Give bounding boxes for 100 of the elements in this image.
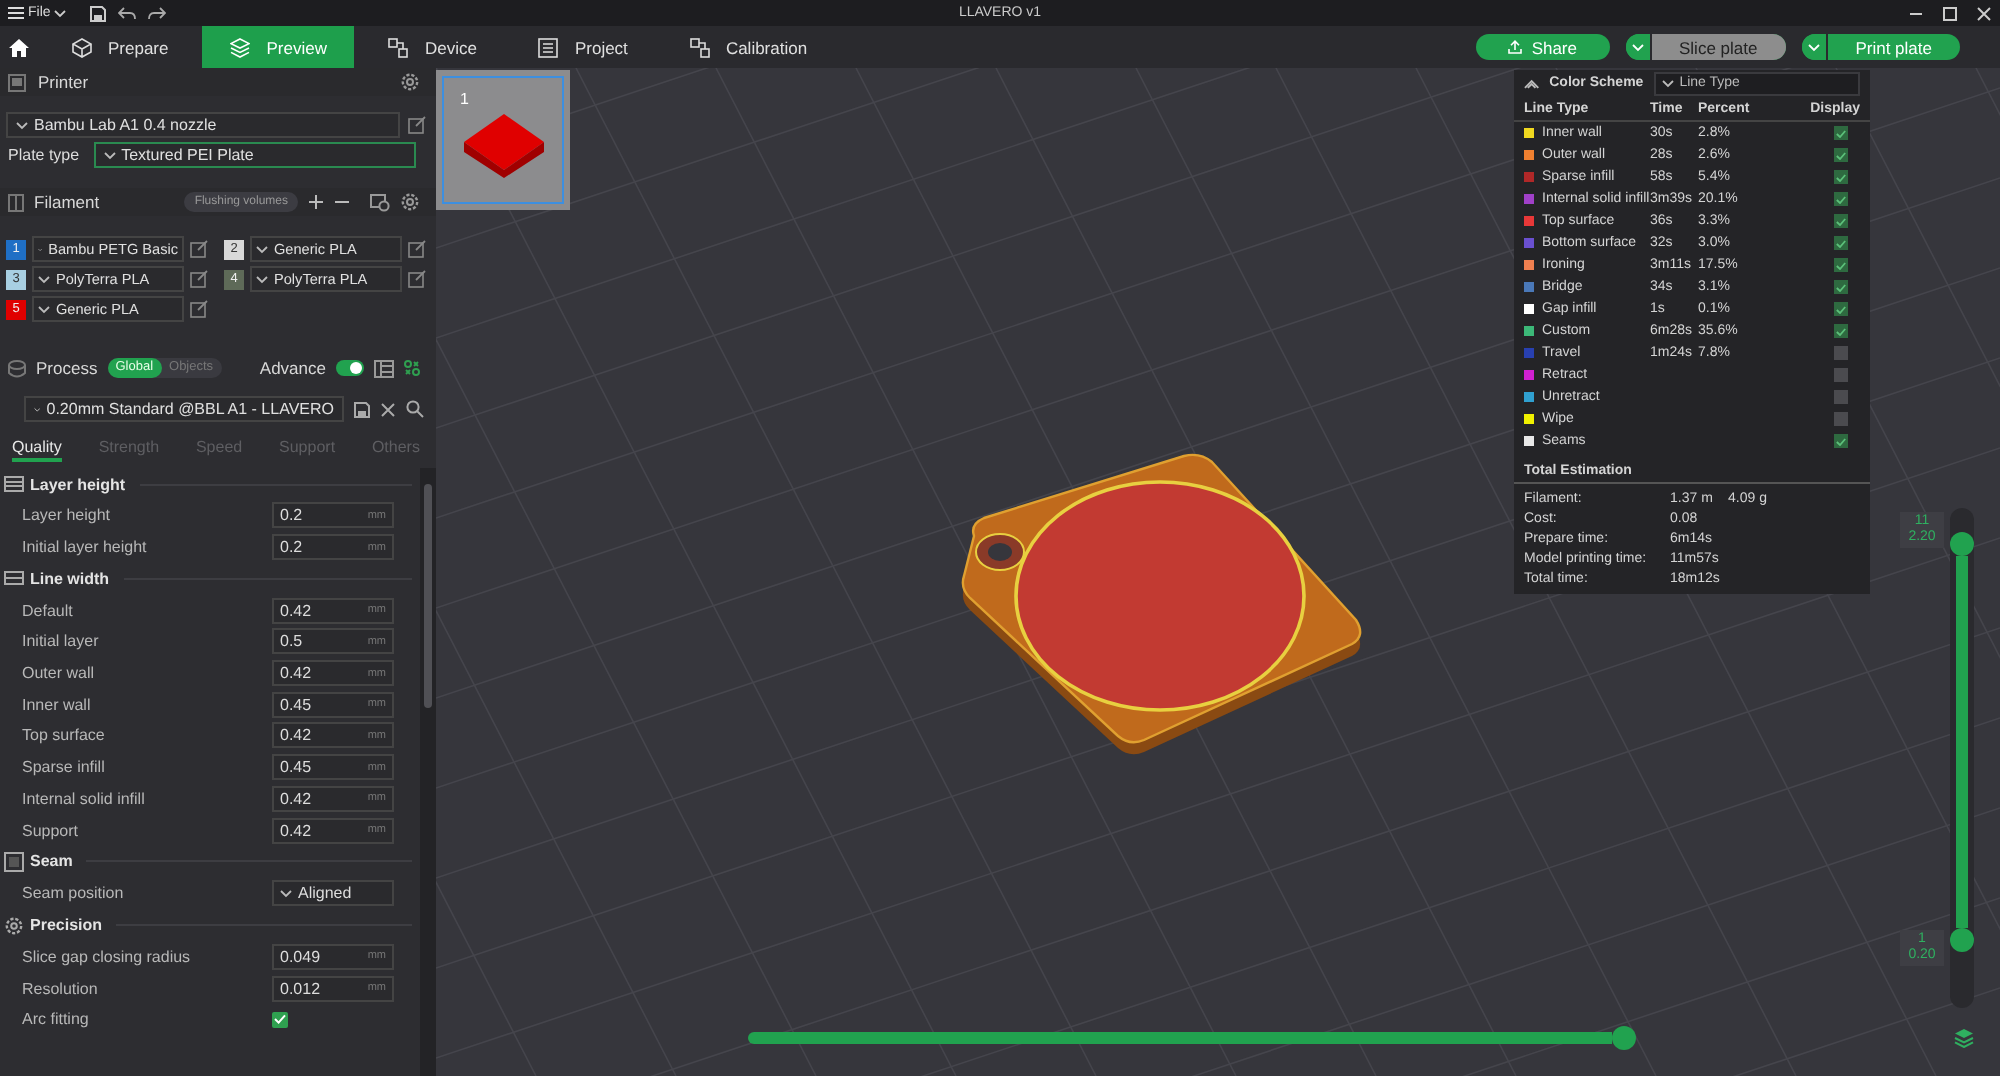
- display-checkbox[interactable]: [1834, 302, 1848, 316]
- save-icon[interactable]: [354, 401, 370, 417]
- tab[interactable]: Device: [360, 26, 505, 68]
- slider-thumb[interactable]: [1950, 532, 1974, 556]
- display-checkbox[interactable]: [1834, 192, 1848, 206]
- field-label: Plate type: [8, 146, 80, 164]
- advance-label: Advance: [259, 358, 326, 378]
- slider-thumb[interactable]: [1950, 928, 1974, 952]
- tab[interactable]: Prepare: [40, 26, 197, 68]
- tab[interactable]: Calibration: [661, 26, 836, 68]
- caret-icon: [256, 275, 268, 283]
- device-icon: [388, 37, 409, 57]
- display-checkbox[interactable]: [1834, 434, 1848, 448]
- check-icon: [1836, 437, 1846, 445]
- caret-icon: [280, 889, 292, 898]
- scrollbar[interactable]: [420, 468, 436, 1076]
- group-title: Precision: [30, 916, 103, 935]
- display-checkbox[interactable]: [1834, 368, 1848, 382]
- caret-icon: [38, 275, 50, 283]
- caret-icon: [1631, 43, 1643, 51]
- printer-select[interactable]: Bambu Lab A1 0.4 nozzle: [6, 112, 400, 138]
- setting-label: Default: [22, 601, 75, 620]
- layers-icon[interactable]: [1954, 1028, 1974, 1048]
- setting-label: Slice gap closing radius: [22, 947, 193, 966]
- setting-label: Internal solid infill: [22, 789, 147, 808]
- plate-type-select[interactable]: Textured PEI Plate: [93, 142, 416, 168]
- checkbox[interactable]: [272, 1011, 288, 1028]
- check-icon: [274, 1014, 286, 1025]
- setting-label: Initial layer height: [22, 538, 149, 557]
- caret-icon: [256, 245, 268, 253]
- undo-icon[interactable]: [118, 5, 137, 21]
- edit-icon[interactable]: [190, 240, 208, 258]
- collapse-icon[interactable]: [1524, 77, 1540, 89]
- display-checkbox[interactable]: [1834, 324, 1848, 338]
- caret-icon: [16, 121, 28, 129]
- setting-label: Inner wall: [22, 695, 93, 714]
- cube-icon: [72, 37, 92, 57]
- check-icon: [1836, 327, 1846, 335]
- settings-tab[interactable]: Quality: [12, 434, 62, 462]
- maximize-icon[interactable]: [1942, 5, 1958, 21]
- caret-icon: [1661, 79, 1674, 87]
- edit-icon[interactable]: [190, 300, 208, 318]
- search-icon[interactable]: [406, 400, 424, 418]
- display-checkbox[interactable]: [1834, 236, 1848, 250]
- edit-icon[interactable]: [408, 116, 426, 134]
- display-checkbox[interactable]: [1834, 148, 1848, 162]
- menu-icon[interactable]: [8, 6, 24, 20]
- caret-icon: [54, 9, 67, 17]
- layers-icon: [4, 474, 24, 494]
- group-title: Seam: [30, 852, 73, 871]
- setting-label: Seam position: [22, 884, 126, 903]
- caret-icon: [1807, 43, 1820, 51]
- group-title: Layer height: [30, 475, 126, 493]
- caret-icon: [38, 305, 50, 313]
- dropdown-field[interactable]: Aligned: [272, 880, 394, 907]
- advance-toggle[interactable]: [336, 360, 364, 376]
- add-icon[interactable]: [308, 194, 324, 210]
- setting-label: Resolution: [22, 979, 100, 998]
- edit-icon[interactable]: [408, 240, 426, 258]
- list-view-icon[interactable]: [374, 359, 394, 377]
- object-view-icon[interactable]: [404, 360, 420, 376]
- setting-label: Support: [22, 821, 81, 840]
- check-icon: [1836, 217, 1846, 225]
- display-checkbox[interactable]: [1834, 258, 1848, 272]
- display-checkbox[interactable]: [1834, 214, 1848, 228]
- line-width-icon: [4, 568, 24, 589]
- preset-select[interactable]: 0.20mm Standard @BBL A1 - LLAVERO: [24, 396, 344, 422]
- close-icon[interactable]: [380, 401, 396, 417]
- edit-icon[interactable]: [408, 270, 426, 288]
- check-icon: [1836, 129, 1846, 137]
- settings-icon[interactable]: [400, 192, 420, 212]
- display-checkbox[interactable]: [1834, 346, 1848, 360]
- settings-icon[interactable]: [400, 72, 420, 92]
- check-icon: [1836, 195, 1846, 203]
- setting-label: Top surface: [22, 726, 107, 745]
- section-title: Printer: [38, 72, 89, 92]
- document-icon: [538, 37, 559, 57]
- plate-number: 1: [460, 90, 469, 108]
- display-checkbox[interactable]: [1834, 280, 1848, 294]
- display-checkbox[interactable]: [1834, 126, 1848, 140]
- section-title: Process: [36, 358, 98, 378]
- check-icon: [1836, 305, 1846, 313]
- display-checkbox[interactable]: [1834, 412, 1848, 426]
- home-icon[interactable]: [8, 37, 30, 57]
- redo-icon[interactable]: [148, 5, 167, 21]
- slider-thumb[interactable]: [1612, 1026, 1636, 1050]
- tab[interactable]: Project: [510, 26, 656, 68]
- move-slider-track[interactable]: [748, 1026, 1636, 1050]
- upload-icon: [1507, 40, 1522, 54]
- display-checkbox[interactable]: [1834, 390, 1848, 404]
- check-icon: [1836, 173, 1846, 181]
- check-icon: [1836, 151, 1846, 159]
- edit-icon[interactable]: [190, 270, 208, 288]
- setting-label: Layer height: [22, 506, 113, 525]
- caret-icon: [103, 151, 116, 159]
- display-checkbox[interactable]: [1834, 170, 1848, 184]
- section-title: Filament: [34, 192, 100, 212]
- close-icon[interactable]: [1976, 5, 1992, 21]
- layers-icon: [230, 37, 251, 57]
- save-icon[interactable]: [90, 5, 107, 21]
